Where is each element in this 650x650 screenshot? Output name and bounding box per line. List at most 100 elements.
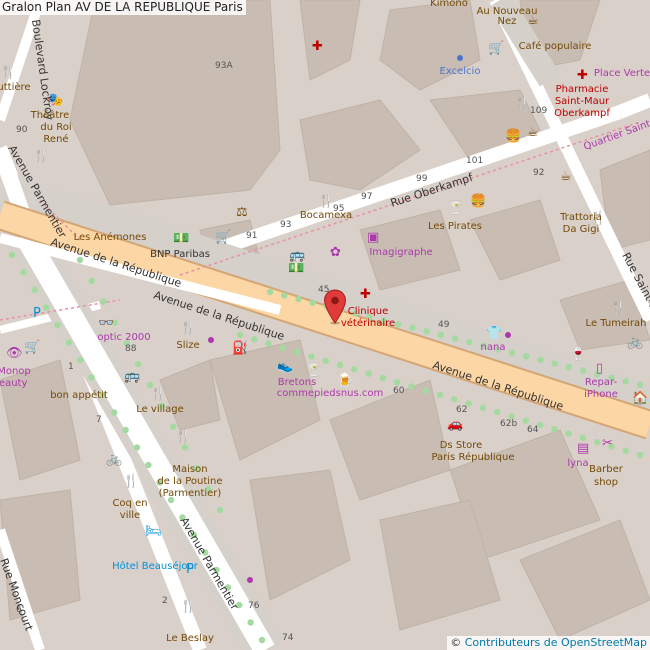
optician-icon: 👓 [98,316,114,331]
house-number: 7 [96,415,102,425]
tree [251,336,258,343]
tree [394,320,402,328]
poi-label: optic 2000 [97,332,150,343]
poi-label: du Roi [40,122,71,133]
tree [295,295,302,303]
poi-label: Bocamexa [300,210,352,221]
poi-label: Théâtre [30,109,70,121]
house-number: 99 [416,174,428,184]
poi-label: BNP Paribas [150,249,210,260]
tree [622,447,629,454]
house-icon: 🏠 [632,390,648,406]
osm-attribution-link[interactable]: Contributeurs de OpenStreetMap [465,636,647,649]
copyshop-icon: ▣ [367,230,379,245]
poi-label: Les Pirates [428,221,482,232]
restaurant-icon: 🍴 [175,429,191,445]
poi-label: Excelcio [440,66,481,77]
tree [308,353,315,360]
poi-label: Slize [176,340,199,351]
house-number: 1 [68,362,74,372]
hairdresser-icon: ✂ [602,436,613,451]
restaurant-icon: 🍴 [318,193,334,209]
location-marker-pin[interactable] [323,289,347,325]
poi-label: Place Verte [594,68,650,79]
poi-label: de la Poutine [157,476,222,487]
pharmacy-icon: ✚ [577,68,588,83]
tree [170,423,177,430]
bicycle-icon: 🚲 [106,452,122,467]
tree [76,356,84,364]
car-repair-icon: 🚗 [447,417,463,432]
tree [437,331,444,339]
poi-label: Barber [589,464,624,475]
poi-label: Paris République [431,451,514,463]
florist-icon: ✿ [330,245,341,260]
tree [65,339,73,346]
tree [122,426,129,434]
bicycle-icon: 🚲 [627,335,643,350]
poi-label: beauty [0,378,27,389]
poi-label: Saint-Maur [555,96,610,107]
poi-label: Monop [0,366,31,377]
house-number: 64 [527,425,539,435]
poi-label: iPhone [584,389,618,400]
poi-label: commepiedsnus.com [277,388,384,399]
shop-icon: 🛒 [488,40,504,56]
restaurant-icon: 🍴 [33,148,49,164]
poi-label: Trattoria [559,212,602,223]
restaurant-icon: 🍴 [180,598,196,614]
poi-label: Repar- [585,377,618,388]
poi-label: Pharmacie [556,84,609,95]
tree [409,324,416,331]
poi-label: Le Beslay [166,633,214,644]
house-number: 62b [500,419,517,429]
tree [522,353,530,360]
bar-icon: 🍷 [570,346,586,362]
tree [593,438,601,446]
poi-label: Les Anémones [74,231,147,243]
tree [265,340,272,347]
tree [322,357,329,364]
shop-icon: 🛒 [215,229,231,245]
poi-label: Le Tumeirah [586,318,647,329]
tree [422,387,429,394]
restaurant-icon: 🍴 [180,320,196,336]
tree [351,366,358,373]
tree [565,430,572,437]
bus-stop-icon: 🚌 [124,369,140,384]
atm-icon: 💵 [173,231,189,246]
map-canvas[interactable]: 93A 99 101 97 95 93 91 45 49 92 109 88 6… [0,0,650,650]
poi-label: Hôtel Beauséjour [112,560,199,572]
pub-icon: 🍺 [337,371,353,388]
poi-label: Imagigraphe [369,247,432,258]
house-number: 2 [162,596,168,606]
tree [247,619,254,626]
cafe-icon: ☕ [527,125,539,140]
house-number: 91 [246,231,257,241]
poi-label: Oberkampf [554,108,610,119]
tree [622,378,629,385]
poi-label: Kimono [430,0,468,9]
copyright-symbol: © [450,636,462,649]
poi-label: Maison [172,464,207,475]
tree [522,417,529,424]
fastfood-icon: 🍔 [470,193,486,209]
poi-label: Bretons [278,377,317,388]
tree [636,451,644,459]
house-number: 88 [125,344,137,354]
tree [258,636,266,644]
tree [135,360,142,368]
tree [537,356,544,364]
tree [379,374,387,382]
restaurant-icon: 🍴 [0,64,16,80]
map-title: Gralon Plan AV DE LA REPUBLIQUE Paris [0,0,246,15]
house-number: 93 [280,220,291,230]
shoes-icon: 👟 [277,359,293,374]
poi-label: vétérinaire [341,317,395,329]
house-number: 62 [456,405,467,415]
tree [479,404,487,412]
house-number: 101 [466,156,483,166]
tree [423,328,430,335]
bus-stop-icon: 🚌 [289,248,305,263]
poi-label: René [43,133,68,145]
